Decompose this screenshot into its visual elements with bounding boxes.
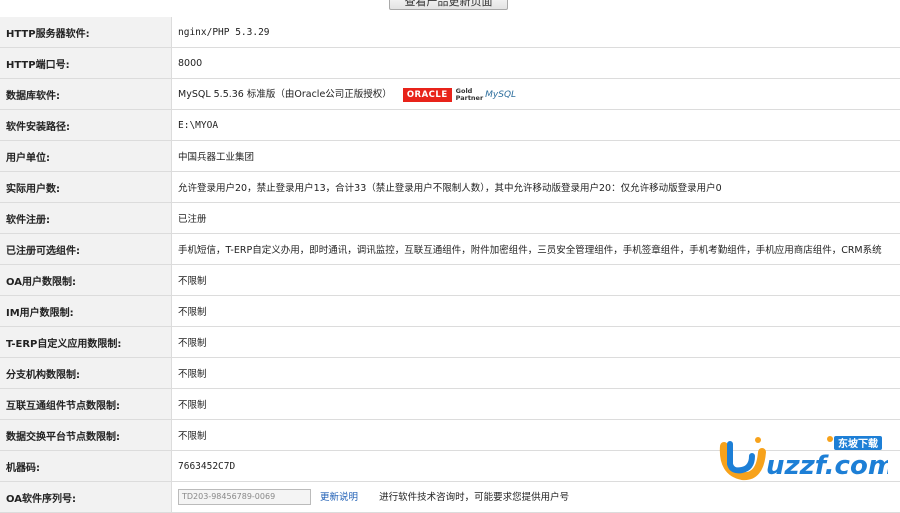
table-row: 用户单位: 中国兵器工业集团 [0, 141, 900, 172]
watermark-site: uzzf.com [766, 451, 888, 481]
update-notes-link[interactable]: 更新说明 [320, 492, 358, 503]
uzzf-logo-icon: 东坡下载 uzzf.com [718, 430, 888, 488]
row-label: OA软件序列号: [0, 482, 172, 513]
table-row: 实际用户数: 允许登录用户20，禁止登录用户13，合计33（禁止登录用户不限制人… [0, 172, 900, 203]
row-label: 已注册可选组件: [0, 234, 172, 265]
row-value: 已注册 [172, 203, 900, 234]
view-update-page-button[interactable]: 查看产品更新页面 [389, 0, 508, 10]
row-label: 分支机构数限制: [0, 358, 172, 389]
row-value: E:\MYOA [172, 110, 900, 141]
row-value: nginx/PHP 5.3.29 [172, 17, 900, 48]
oracle-mysql-logo: ORACLE GoldPartnerMySQL [403, 88, 516, 102]
row-value: 不限制 [172, 389, 900, 420]
row-label: 实际用户数: [0, 172, 172, 203]
partner-text: Partner [456, 94, 484, 102]
row-value: 不限制 [172, 327, 900, 358]
table-row: 已注册可选组件: 手机短信，T-ERP自定义办用，即时通讯，调讯监控，互联互通组… [0, 234, 900, 265]
row-label: HTTP服务器软件: [0, 17, 172, 48]
row-label: IM用户数限制: [0, 296, 172, 327]
row-value: 不限制 [172, 358, 900, 389]
row-value: 允许登录用户20，禁止登录用户13，合计33（禁止登录用户不限制人数），其中允许… [172, 172, 900, 203]
mysql-logo: MySQL [485, 90, 516, 100]
table-row: HTTP服务器软件: nginx/PHP 5.3.29 [0, 17, 900, 48]
row-value: MySQL 5.5.36 标准版（由Oracle公司正版授权） [178, 89, 392, 100]
table-row: 互联互通组件节点数限制: 不限制 [0, 389, 900, 420]
row-label: 数据库软件: [0, 79, 172, 110]
row-label: 用户单位: [0, 141, 172, 172]
uzzf-watermark: 东坡下载 uzzf.com [718, 430, 888, 488]
gold-partner-badge: GoldPartner [456, 88, 484, 102]
serial-number-field[interactable]: TD203-98456789-0069 [178, 489, 311, 505]
row-value: 手机短信，T-ERP自定义办用，即时通讯，调讯监控，互联互通组件，附件加密组件，… [172, 234, 900, 265]
table-row: OA用户数限制: 不限制 [0, 265, 900, 296]
row-label: 数据交换平台节点数限制: [0, 420, 172, 451]
table-row: 软件安装路径: E:\MYOA [0, 110, 900, 141]
table-row: T-ERP自定义应用数限制: 不限制 [0, 327, 900, 358]
watermark-brand: 东坡下载 [838, 437, 878, 450]
table-row: 数据库软件: MySQL 5.5.36 标准版（由Oracle公司正版授权） O… [0, 79, 900, 110]
row-value: 不限制 [172, 296, 900, 327]
table-row: IM用户数限制: 不限制 [0, 296, 900, 327]
table-row: 软件注册: 已注册 [0, 203, 900, 234]
row-label: 互联互通组件节点数限制: [0, 389, 172, 420]
row-value: 中国兵器工业集团 [172, 141, 900, 172]
row-value: 8000 [172, 48, 900, 79]
row-label: T-ERP自定义应用数限制: [0, 327, 172, 358]
row-label: HTTP端口号: [0, 48, 172, 79]
row-value: 不限制 [172, 265, 900, 296]
serial-note: 进行软件技术咨询时，可能要求您提供用户号 [379, 492, 569, 503]
oracle-logo: ORACLE [403, 88, 452, 102]
row-value-cell: MySQL 5.5.36 标准版（由Oracle公司正版授权） ORACLE Go… [172, 79, 900, 110]
row-label: 机器码: [0, 451, 172, 482]
row-label: 软件安装路径: [0, 110, 172, 141]
row-label: OA用户数限制: [0, 265, 172, 296]
table-row: 分支机构数限制: 不限制 [0, 358, 900, 389]
row-label: 软件注册: [0, 203, 172, 234]
table-row: HTTP端口号: 8000 [0, 48, 900, 79]
